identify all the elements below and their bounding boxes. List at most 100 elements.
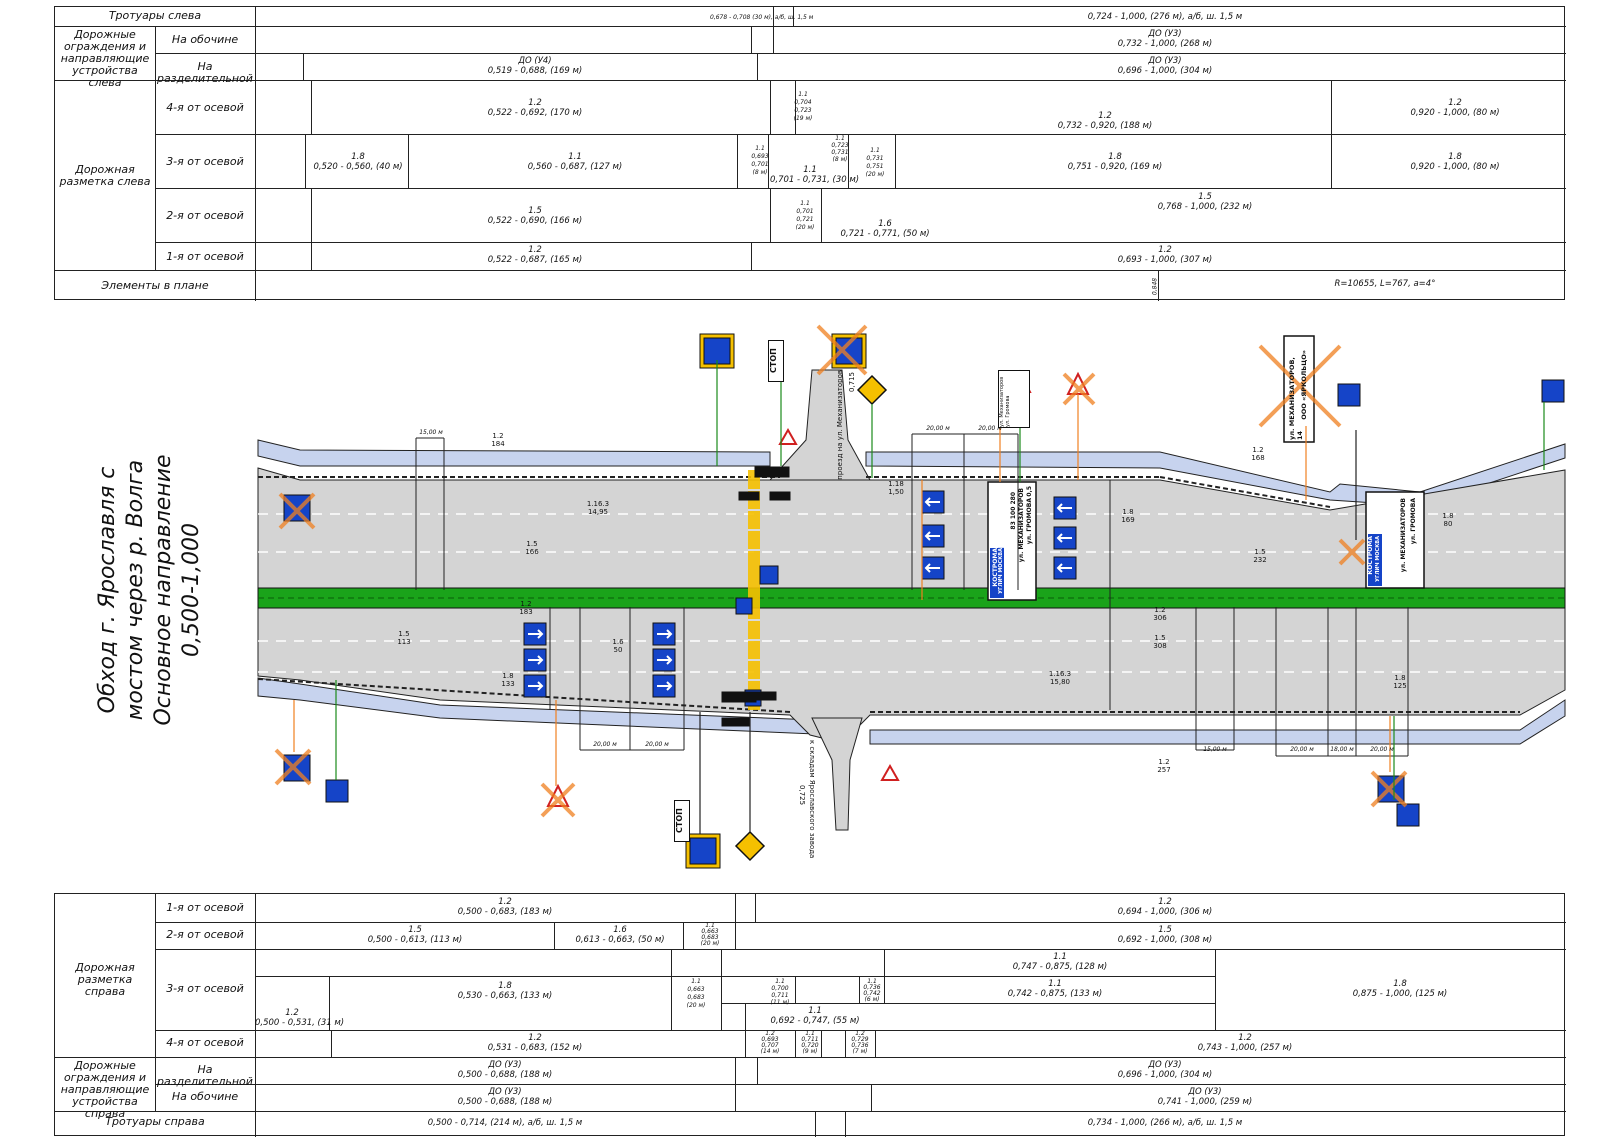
crosswalk [748, 470, 760, 710]
r-median-2-value: 0,696 - 1,000, (304 м) [1117, 1070, 1213, 1080]
r-median-1-code: ДО (У3) [488, 1060, 522, 1070]
r-lane3-i-value: 0,875 - 1,000, (125 м) [1352, 989, 1448, 999]
r-lane3-e-value: 0,692 - 0,747, (55 м) [770, 1016, 860, 1026]
dir-sign-2-moskva: МОСКВА [1375, 536, 1381, 561]
r-lane3-h-value: 0,742 - 0,875, (133 м) [1007, 989, 1103, 999]
marking-callout-code: 1.5 [526, 540, 537, 548]
r-shoulder-2-code: ДО (У3) [1188, 1087, 1222, 1097]
r-lane3-a-code: 1.8 [498, 981, 512, 991]
dist-15-right: 15,00 м [1203, 746, 1227, 753]
r-lane1-b-code: 1.2 [1158, 897, 1172, 907]
sign-top-right-text: ул. МЕХАНИЗАТОРОВ, 14 ООО «ЯРКОЛЬЦО» [1286, 340, 1312, 440]
marking-callout-code: 1.2 [520, 600, 531, 608]
sign-ped-top-text: ул. Механизаторов ул. Громова [998, 370, 1030, 428]
side-road-bottom-km: 0,725 [798, 785, 806, 806]
marking-callout-code: 1.5 [398, 630, 409, 638]
dist-20-d: 20,00 м [645, 741, 669, 748]
r-lane3-b-value: 0,500 - 0,531, (31 м) [255, 1018, 345, 1028]
marking-callout-length: 14,95 [588, 508, 608, 516]
dist-20-e: 20,00 м [1290, 746, 1314, 753]
dir-sign-1-n1: 83 [1010, 521, 1017, 530]
marking-callout-length: 308 [1153, 642, 1166, 650]
marking-callout-length: 257 [1157, 766, 1170, 774]
r-lane2-a-value: 0,500 - 0,613, (113 м) [367, 935, 463, 945]
r-lane4-a-value: 0,531 - 0,683, (152 м) [487, 1043, 583, 1053]
r-lane3-d-v2: 0,711 [771, 992, 789, 999]
dir-sign-1-n3: 280 [1010, 492, 1017, 505]
dist-18: 18,00 м [1330, 746, 1354, 753]
marking-callout-length: 166 [525, 548, 539, 556]
r-lane2-b-code: 1.6 [613, 925, 627, 935]
label-sidewalks-right: Тротуары справа [105, 1115, 205, 1128]
marking-callout-code: 1.8 [502, 672, 513, 680]
dir-sign-1-street-2: ул. ГРОМОВА [1026, 498, 1033, 545]
r-lane3-c-v1: 0,663 [687, 986, 705, 993]
r-lane3-d-v1: 0,700 [771, 985, 789, 992]
sidewalk-top-left [257, 439, 771, 467]
dir-sign-1-street-1: ул. МЕХАНИЗАТОРОВ [1018, 488, 1025, 563]
r-lane3-c-code: 1.1 [691, 978, 701, 985]
label-r-lane3: 3-я от осевой [166, 982, 244, 995]
marking-callout-code: 1.8 [1442, 512, 1453, 520]
r-lane3-g-value: 0,747 - 0,875, (128 м) [1012, 962, 1108, 972]
marking-callout-code: 1.6 [612, 638, 624, 646]
side-road-bottom-label: к складам Ярославского завода [808, 740, 816, 859]
marking-callout-length: 133 [501, 680, 514, 688]
r-lane3-c-v2: 0,683 [687, 994, 705, 1001]
dir-sign-1-n4: 0,5 [1026, 486, 1033, 497]
label-r-shoulder: На обочине [171, 1090, 239, 1103]
r-shoulder-1-code: ДО (У3) [488, 1087, 522, 1097]
r-lane3-a-value: 0,530 - 0,663, (133 м) [457, 991, 553, 1001]
r-median-1-value: 0,500 - 0,688, (188 м) [457, 1070, 553, 1080]
r-lane3-c-v3: (20 м) [686, 1002, 706, 1009]
marking-callout-code: 1.8 [1394, 674, 1405, 682]
bottom-table: Дорожная разметка справа 1-я от осевой 2… [54, 893, 1566, 1137]
marking-callout-length: 15,80 [1050, 678, 1070, 686]
r-lane3-h-code: 1.1 [1048, 979, 1062, 989]
marking-callout-code: 1.16.3 [587, 500, 609, 508]
dir-sign-1-n2: 100 [1010, 506, 1017, 520]
r-sidewalk-2: 0,734 - 1,000, (266 м), а/б, ш. 1,5 м [1087, 1118, 1243, 1128]
carriageway-south [257, 606, 1566, 741]
marking-callout-length: 232 [1253, 556, 1266, 564]
side-road-top-km: 0,715 [848, 372, 856, 393]
dist-20-a: 20,00 м [926, 425, 950, 432]
dir-sign-2-text: КОСТРОМА УГЛИЧ МОСКВА ул. МЕХАНИЗАТОРОВ … [1366, 494, 1424, 586]
marking-callout-code: 1.2 [1158, 758, 1169, 766]
dir-sign-1-uglich: УГЛИЧ [998, 574, 1004, 594]
r-lane2-a-code: 1.5 [408, 925, 422, 935]
r-lane4-e-code: 1.2 [1238, 1033, 1252, 1043]
dir-sign-2-kostroma: КОСТРОМА [1367, 536, 1374, 575]
marking-callout-code: 1.5 [1154, 634, 1165, 642]
r-lane1-a-code: 1.2 [498, 897, 512, 907]
marking-callout-code: 1.2 [1154, 606, 1165, 614]
r-sidewalk-1: 0,500 - 0,714, (214 м), а/б, ш. 1,5 м [427, 1118, 583, 1128]
r-median-2-code: ДО (У3) [1148, 1060, 1182, 1070]
marking-callout-code: 1.8 [1122, 508, 1133, 516]
marking-callout-length: 1,50 [888, 488, 904, 496]
dist-20-c: 20,00 м [593, 741, 617, 748]
r-lane2-d-value: 0,692 - 1,000, (308 м) [1117, 935, 1213, 945]
r-lane2-d-code: 1.5 [1158, 925, 1172, 935]
r-lane4-b-v3: (14 м) [760, 1048, 780, 1055]
r-lane1-a-value: 0,500 - 0,683, (183 м) [457, 907, 553, 917]
marking-callout-length: 125 [1393, 682, 1406, 690]
label-r-lane2: 2-я от осевой [166, 928, 244, 941]
r-lane1-b-value: 0,694 - 1,000, (306 м) [1117, 907, 1213, 917]
r-lane3-g-code: 1.1 [1053, 952, 1067, 962]
marking-callout-code: 1.2 [1252, 446, 1263, 454]
marking-callout-code: 1.2 [492, 432, 503, 440]
label-r-lane1: 1-я от осевой [166, 901, 244, 914]
marking-callout-length: 168 [1251, 454, 1264, 462]
r-lane3-e-code: 1.1 [808, 1006, 822, 1016]
dir-sign-2-uglich: УГЛИЧ [1375, 562, 1381, 582]
dir-sign-1-moskva: МОСКВА [998, 548, 1004, 573]
marking-callout-length: 183 [519, 608, 532, 616]
marking-callout-code: 1.18 [888, 480, 904, 488]
r-lane2-b-value: 0,613 - 0,663, (50 м) [575, 935, 665, 945]
marking-callout-length: 169 [1121, 516, 1134, 524]
side-road-south [811, 717, 863, 831]
stop-sign-bottom: СТОП [674, 800, 690, 842]
dist-20-f: 20,00 м [1370, 746, 1394, 753]
label-r-median: На разделительной [157, 1063, 253, 1088]
